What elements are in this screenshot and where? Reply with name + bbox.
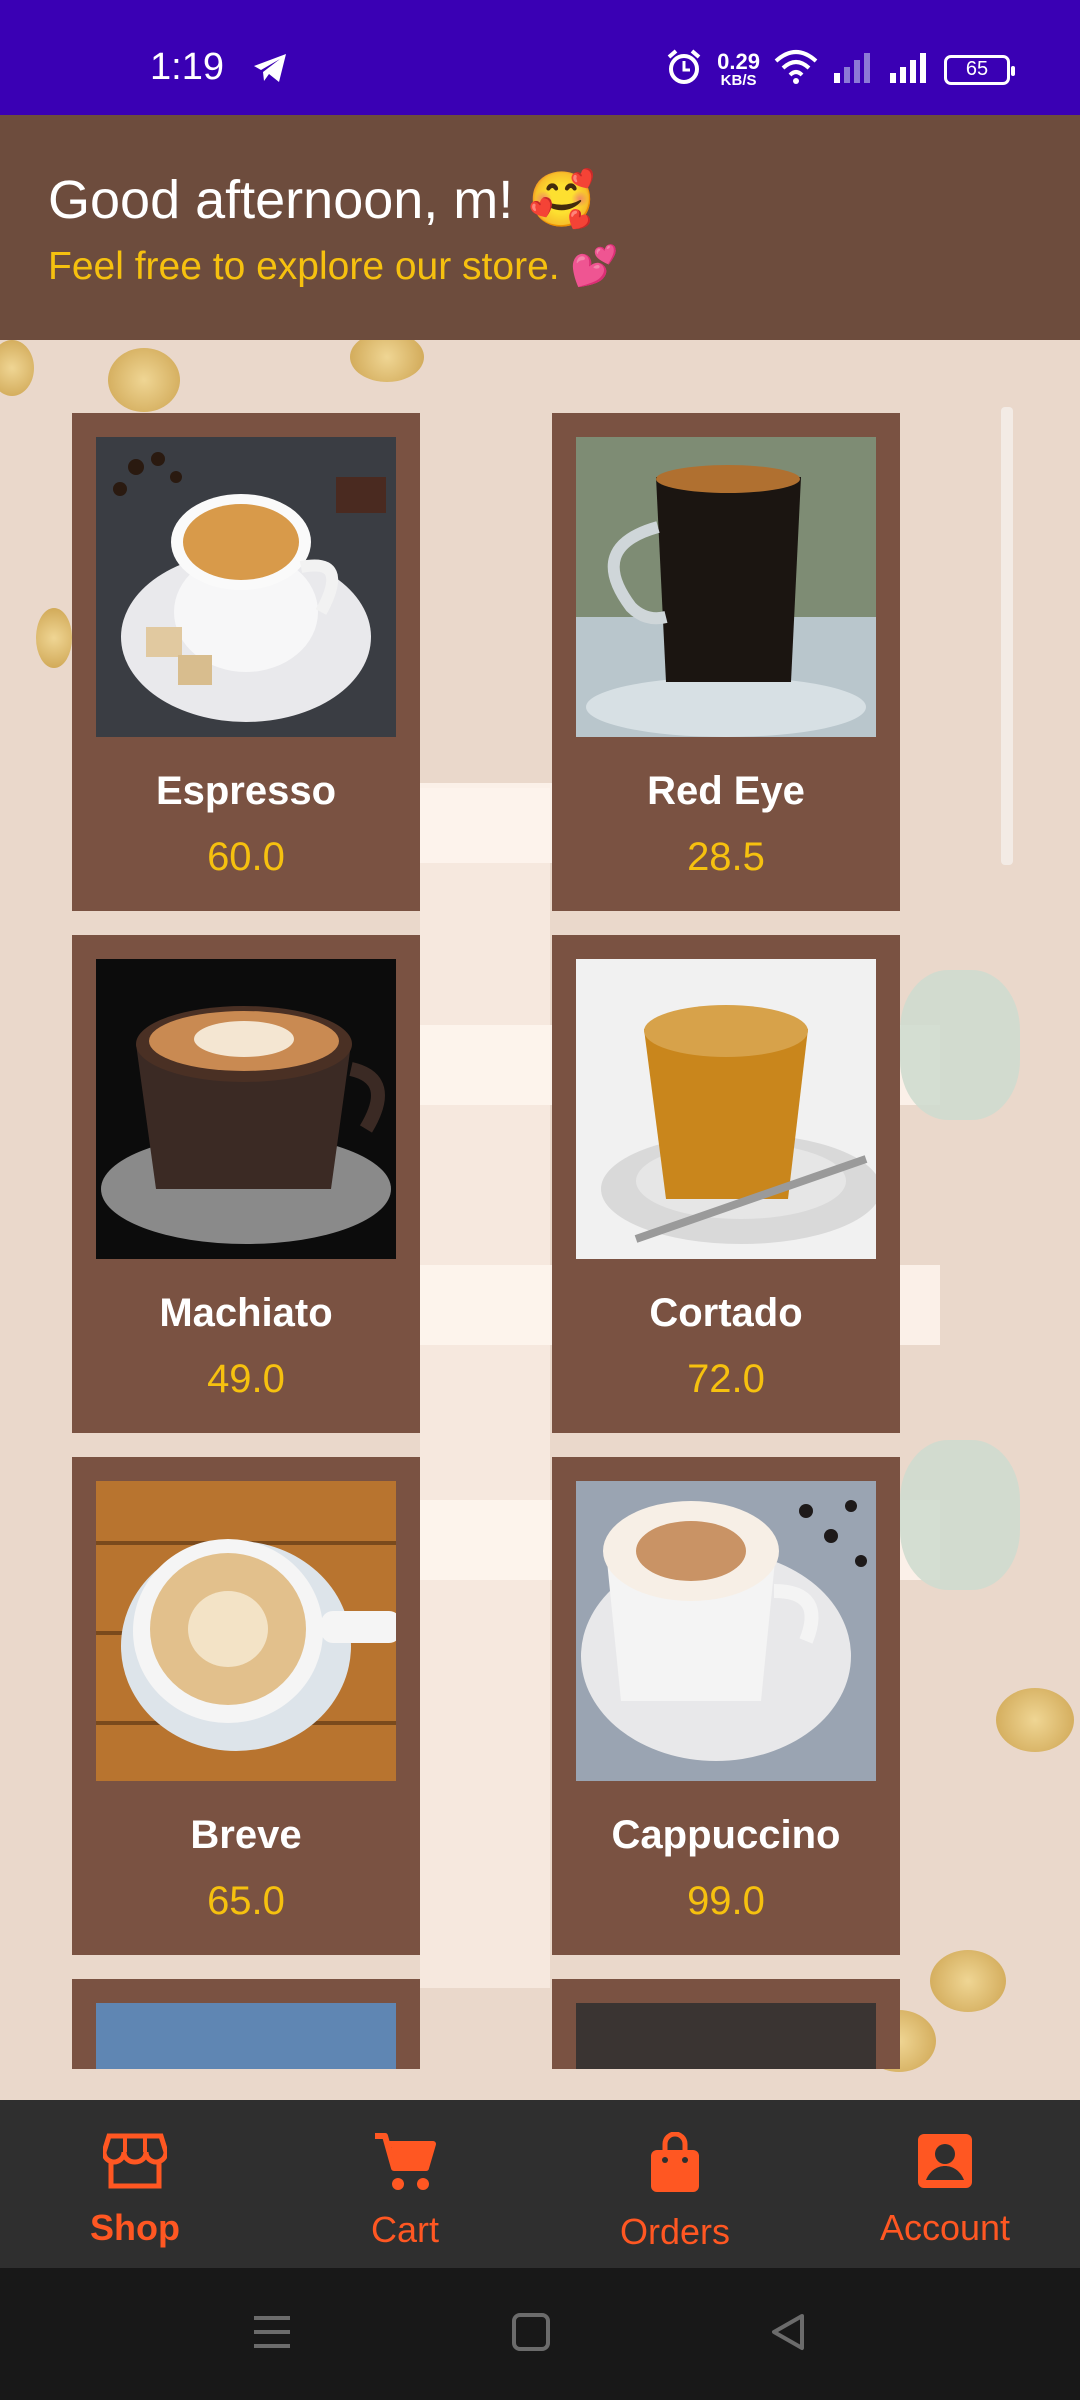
product-card-cortado[interactable]: Cortado 72.0 [552,935,900,1433]
product-name: Red Eye [647,769,805,813]
nav-shop[interactable]: Shop [0,2100,270,2268]
nav-label: Orders [619,2211,731,2252]
product-price: 60.0 [207,835,285,879]
account-icon [916,2132,974,2195]
decorative-glitter [996,1688,1074,1752]
status-time: 1:19 [150,46,224,88]
nav-orders[interactable]: Orders [540,2100,810,2268]
product-card-espresso[interactable]: Espresso 60.0 [72,413,420,911]
nav-label: Shop [90,2207,180,2248]
decorative-paint-stroke [900,970,1020,1120]
product-image-cappuccino [576,1481,876,1781]
product-image-machiato [96,959,396,1259]
product-grid-area[interactable]: Espresso 60.0 Red Eye 28.5 Machiato 49.0… [0,340,1080,2100]
status-bar: 1:19 0.29 KB/S 65 [0,0,1080,115]
product-image-cortado [576,959,876,1259]
product-price: 65.0 [207,1879,285,1923]
battery-icon: 65 [944,54,1015,85]
scrollbar[interactable] [1001,407,1013,865]
product-card-machiato[interactable]: Machiato 49.0 [72,935,420,1433]
decorative-glitter [930,1950,1006,2012]
signal-icon-1 [832,51,874,88]
network-speed-value: 0.29 [717,49,760,74]
product-card-red-eye[interactable]: Red Eye 28.5 [552,413,900,911]
product-image-partial [576,2003,876,2069]
product-image-breve [96,1481,396,1781]
cart-icon [373,2132,437,2197]
store-icon [101,2132,169,2195]
greeting-header: Good afternoon, m! 🥰 Feel free to explor… [0,115,1080,340]
background-stripe [420,788,550,1988]
network-speed: 0.29 KB/S [717,49,760,89]
nav-account[interactable]: Account [810,2100,1080,2268]
battery-level: 65 [965,58,989,80]
product-name: Espresso [155,769,337,813]
product-image-partial [96,2003,396,2069]
home-icon[interactable] [512,2312,550,2357]
product-price: 72.0 [687,1357,765,1401]
greeting-title: Good afternoon, m! 🥰 [48,170,596,230]
product-name: Cortado [649,1291,803,1335]
shopping-bag-icon [647,2131,703,2199]
system-navigation-bar [0,2268,1080,2400]
product-name: Machiato [159,1291,333,1335]
decorative-glitter [108,348,180,412]
product-price: 99.0 [687,1879,765,1923]
back-icon[interactable] [768,2312,808,2357]
product-card-partial[interactable] [552,1979,900,2069]
decorative-glitter [350,340,424,382]
app-root: 1:19 0.29 KB/S 65 Good afternoon, m! 🥰 F… [0,0,1080,2400]
signal-icon-2 [888,51,930,88]
decorative-glitter [36,608,72,668]
product-name: Cappuccino [611,1813,841,1857]
product-name: Breve [190,1813,302,1857]
greeting-subtitle: Feel free to explore our store. 💕 [48,245,619,288]
network-speed-unit: KB/S [720,72,757,89]
menu-icon[interactable] [252,2312,292,2357]
telegram-icon [252,52,288,89]
bottom-navigation: Shop Cart Orders Account [0,2100,1080,2268]
nav-label: Cart [370,2209,439,2250]
product-card-partial[interactable] [72,1979,420,2069]
alarm-icon [665,48,703,91]
product-image-espresso [96,437,396,737]
status-icons: 0.29 KB/S 65 [665,48,1015,91]
product-card-cappuccino[interactable]: Cappuccino 99.0 [552,1457,900,1955]
wifi-icon [774,49,818,90]
nav-cart[interactable]: Cart [270,2100,540,2268]
decorative-glitter [0,340,34,396]
nav-label: Account [879,2207,1011,2248]
product-image-red-eye [576,437,876,737]
product-price: 49.0 [207,1357,285,1401]
decorative-paint-stroke [900,1440,1020,1590]
product-card-breve[interactable]: Breve 65.0 [72,1457,420,1955]
product-price: 28.5 [687,835,765,879]
